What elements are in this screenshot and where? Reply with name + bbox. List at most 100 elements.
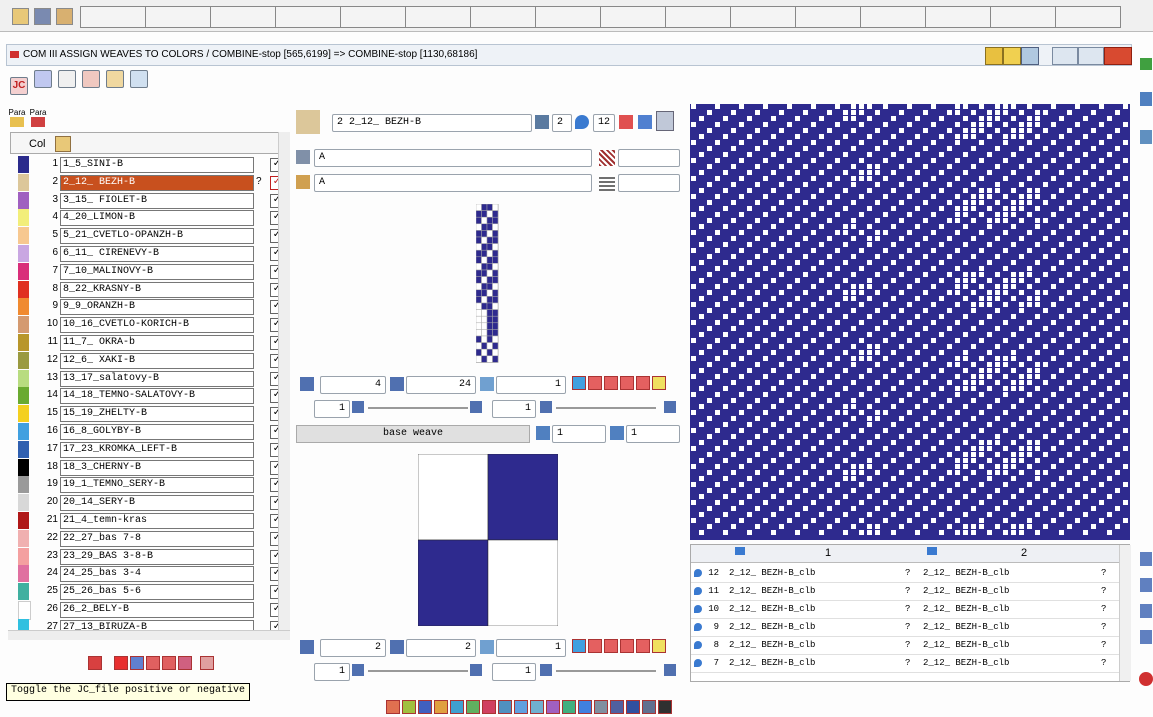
bw-repeat-y-icon[interactable] [390, 640, 404, 654]
side-tool-icon-3[interactable] [1140, 604, 1152, 618]
minimize-button[interactable] [1052, 47, 1078, 65]
table-row[interactable]: 7 2_12_ BEZH-B_clb? 2_12_ BEZH-B_clb? [691, 654, 1119, 673]
tool-rotate-icon[interactable] [572, 376, 586, 390]
taskbar-icon[interactable] [466, 700, 480, 714]
list-item[interactable]: 17 17_23_KROMKA_LEFT-B ✓ [8, 440, 288, 459]
list-item[interactable]: 22 22_27_bas 7-8 ✓ [8, 529, 288, 548]
list-item[interactable]: 14 14_18_TEMNO-SALATOVY-B ✓ [8, 387, 288, 405]
close-button[interactable] [1104, 47, 1132, 65]
toolbar-slot[interactable] [665, 6, 731, 28]
slider-field-1[interactable]: 1 [314, 400, 350, 418]
weave-repeat-preview[interactable] [476, 204, 500, 364]
repeat-y-icon[interactable] [390, 377, 404, 391]
bw-field-b[interactable]: 1 [626, 425, 680, 443]
list-item[interactable]: 21 21_4_temn-kras ✓ [8, 512, 288, 530]
table-row[interactable]: 10 2_12_ BEZH-B_clb? 2_12_ BEZH-B_clb? [691, 600, 1119, 619]
taskbar-icon[interactable] [386, 700, 400, 714]
color-name[interactable]: 3_15_ FIOLET-B [60, 192, 254, 209]
color-name[interactable]: 25_26_bas 5-6 [60, 584, 254, 601]
open-icon[interactable] [12, 8, 29, 25]
selected-color-field[interactable]: 2 2_12_ BEZH-B [332, 114, 532, 132]
side-doc-icon[interactable] [1140, 92, 1152, 106]
toolbar-slot[interactable] [730, 6, 796, 28]
taskbar-icon[interactable] [498, 700, 512, 714]
toolbar-slot[interactable] [145, 6, 211, 28]
count-field-1[interactable]: 2 [552, 114, 572, 132]
bw-repeat-x-icon[interactable] [300, 640, 314, 654]
color-name[interactable]: 10_16_CVETLO-KORICH-B [60, 317, 254, 334]
color-name[interactable]: 5_21_CVETLO-OPANZH-B [60, 228, 254, 245]
taskbar-icon[interactable] [402, 700, 416, 714]
color-name[interactable]: 8_22_KRASNY-B [60, 281, 254, 298]
slider-down-icon[interactable] [664, 401, 676, 413]
color-name[interactable]: 7_10_MALINOVY-B [60, 263, 254, 280]
color-name[interactable]: 9_9_ORANZH-B [60, 299, 254, 316]
slider-right-icon[interactable] [470, 401, 482, 413]
tool-icon-2[interactable] [114, 656, 128, 670]
bw-zoom-icon[interactable] [480, 640, 494, 654]
save-icon[interactable] [34, 8, 52, 25]
tool-invert-icon[interactable] [636, 376, 650, 390]
table-row[interactable]: 8 2_12_ BEZH-B_clb? 2_12_ BEZH-B_clb? [691, 636, 1119, 655]
bw-tool-flip-icon[interactable] [588, 639, 602, 653]
toolbar-slot[interactable] [1055, 6, 1121, 28]
bw-tool-shift-icon[interactable] [620, 639, 634, 653]
slider-up-icon[interactable] [540, 401, 552, 413]
list-item[interactable]: 6 6_11_ CIRENEVY-B ✓ [8, 245, 288, 263]
list-horizontal-scrollbar[interactable] [8, 630, 290, 640]
toolbar-slot[interactable] [80, 6, 146, 28]
taskbar-icon[interactable] [418, 700, 432, 714]
color-name[interactable]: 18_3_CHERNY-B [60, 459, 254, 476]
color-name[interactable]: 6_11_ CIRENEVY-B [60, 246, 254, 262]
list-item[interactable]: 13 13_17_salatovy-B ✓ [8, 369, 288, 388]
color-name[interactable]: 11_7_ OKRA-b [60, 335, 254, 351]
side-tool-icon-4[interactable] [1140, 630, 1152, 644]
bw-slider-right-icon[interactable] [470, 664, 482, 676]
color-name[interactable]: 14_18_TEMNO-SALATOVY-B [60, 388, 254, 405]
list-item[interactable]: 4 4_20_LIMON-B ✓ [8, 209, 288, 227]
list-item[interactable]: 23 23_29_BAS 3-8-B ✓ [8, 547, 288, 566]
side-tool-icon-1[interactable] [1140, 552, 1152, 566]
tool-icon-6[interactable] [178, 656, 192, 670]
question-icon[interactable] [1003, 47, 1021, 65]
bw-slider-track-1[interactable] [368, 670, 468, 672]
taskbar-icon[interactable] [546, 700, 560, 714]
list-item[interactable]: 8 8_22_KRASNY-B ✓ [8, 280, 288, 299]
table-row[interactable]: 12 2_12_ BEZH-B_clb? 2_12_ BEZH-B_clb? [691, 564, 1119, 583]
list-item[interactable]: 10 10_16_CVETLO-KORICH-B ✓ [8, 316, 288, 334]
color-name[interactable]: 13_17_salatovy-B [60, 370, 254, 387]
bw-slider-field-1[interactable]: 1 [314, 663, 350, 681]
repeat-x-icon[interactable] [300, 377, 314, 391]
taskbar-icon[interactable] [642, 700, 656, 714]
side-play-icon[interactable] [1140, 58, 1152, 70]
taskbar-icon[interactable] [514, 700, 528, 714]
hatch-icon-1[interactable] [599, 150, 615, 166]
tool-shift-icon[interactable] [620, 376, 634, 390]
weave-b-icon[interactable] [610, 426, 624, 440]
list-item[interactable]: 9 9_9_ORANZH-B ✓ [8, 298, 288, 316]
list-icon[interactable] [535, 115, 549, 129]
grid-view-icon[interactable] [656, 111, 674, 131]
tool-icon-1[interactable] [88, 656, 102, 670]
color-name[interactable]: 16_8_GOLYBY-B [60, 424, 254, 440]
toolbar-slot[interactable] [210, 6, 276, 28]
count-field-2[interactable]: 12 [593, 114, 615, 132]
taskbar-icon[interactable] [658, 700, 672, 714]
toolbar-slot[interactable] [275, 6, 341, 28]
list-item[interactable]: 2 2_12_ BEZH-B? ✓ [8, 173, 288, 192]
color-name[interactable]: 21_4_temn-kras [60, 513, 254, 529]
table-row[interactable]: 11 2_12_ BEZH-B_clb? 2_12_ BEZH-B_clb? [691, 582, 1119, 601]
color-name[interactable]: 15_19_ZHELTY-B [60, 406, 254, 423]
list-scrollbar[interactable] [278, 132, 290, 638]
taskbar-icon[interactable] [626, 700, 640, 714]
help-icon[interactable] [985, 47, 1003, 65]
tool-clear-icon[interactable] [652, 376, 666, 390]
list-item[interactable]: 5 5_21_CVETLO-OPANZH-B ✓ [8, 227, 288, 245]
list-item[interactable]: 24 24_25_bas 3-4 ✓ [8, 565, 288, 583]
field-a2-extra[interactable] [618, 174, 680, 192]
frame-icon[interactable] [58, 70, 77, 88]
tools-icon[interactable] [619, 115, 633, 129]
taskbar-icon[interactable] [562, 700, 576, 714]
list-item[interactable]: 7 7_10_MALINOVY-B ✓ [8, 262, 288, 281]
toolbar-slot[interactable] [990, 6, 1056, 28]
